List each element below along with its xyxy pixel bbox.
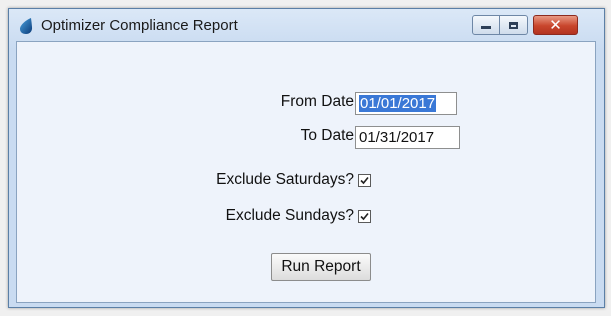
maximize-icon	[509, 21, 518, 29]
to-date-input[interactable]: 01/31/2017	[355, 126, 460, 149]
window-title: Optimizer Compliance Report	[41, 17, 238, 34]
exclude-sundays-checkbox[interactable]	[358, 210, 371, 223]
exclude-saturdays-label: Exclude Saturdays?	[216, 171, 354, 188]
checkmark-icon	[360, 176, 369, 185]
to-date-value: 01/31/2017	[359, 129, 435, 146]
maximize-button[interactable]	[500, 15, 528, 35]
run-report-button[interactable]: Run Report	[271, 253, 371, 281]
minimize-icon	[481, 26, 491, 29]
minimize-button[interactable]	[472, 15, 500, 35]
from-date-input[interactable]: 01/01/2017	[355, 92, 457, 115]
from-date-label: From Date	[280, 93, 354, 110]
to-date-label: To Date	[300, 127, 354, 144]
exclude-sundays-label: Exclude Sundays?	[225, 207, 354, 224]
droplet-icon	[20, 18, 33, 34]
title-bar[interactable]: Optimizer Compliance Report ✕	[9, 9, 604, 41]
close-icon: ✕	[549, 15, 562, 34]
from-date-value: 01/01/2017	[359, 95, 437, 112]
close-button[interactable]: ✕	[533, 15, 578, 35]
exclude-saturdays-checkbox[interactable]	[358, 174, 371, 187]
checkmark-icon	[360, 212, 369, 221]
form-panel: From Date 01/01/2017 To Date 01/31/2017 …	[16, 41, 596, 303]
report-window: Optimizer Compliance Report ✕ From Date …	[8, 8, 605, 308]
